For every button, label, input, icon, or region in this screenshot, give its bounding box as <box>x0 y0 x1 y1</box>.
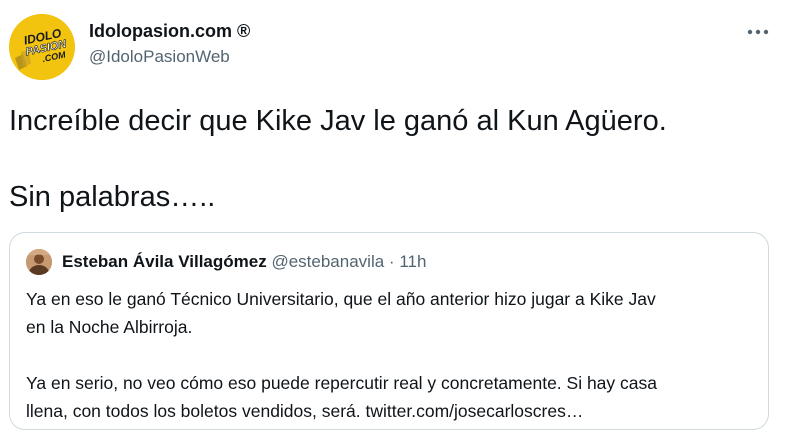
quote-text-line-3: Ya en serio, no veo cómo eso puede reper… <box>26 373 657 393</box>
tweet-card: IDOLO PASION .COM Idolopasion.com ® @Ido… <box>0 0 800 438</box>
quoted-tweet[interactable]: Esteban Ávila Villagómez @estebanavila ·… <box>9 232 769 430</box>
more-horizontal-icon <box>747 29 769 35</box>
tweet-text: Increíble decir que Kike Jav le ganó al … <box>9 102 779 216</box>
user-avatar-icon <box>26 249 52 275</box>
quote-separator: · <box>388 252 395 271</box>
quote-text-line-2: en la Noche Albirroja. <box>26 317 193 337</box>
author-handle[interactable]: @IdoloPasionWeb <box>89 46 250 68</box>
tweet-text-line-1: Increíble decir que Kike Jav le ganó al … <box>9 105 667 137</box>
quote-header: Esteban Ávila Villagómez @estebanavila ·… <box>62 251 426 273</box>
author-block: Idolopasion.com ® @IdoloPasionWeb <box>89 20 250 68</box>
tweet-text-line-2: Sin palabras….. <box>9 181 216 213</box>
quote-text: Ya en eso le ganó Técnico Universitario,… <box>26 285 758 425</box>
more-options-button[interactable] <box>740 20 776 44</box>
quote-text-line-1: Ya en eso le ganó Técnico Universitario,… <box>26 289 656 309</box>
quote-author-avatar[interactable] <box>26 249 52 275</box>
quote-author-handle[interactable]: @estebanavila <box>271 252 384 271</box>
author-avatar[interactable]: IDOLO PASION .COM <box>9 14 75 80</box>
author-display-name[interactable]: Idolopasion.com ® <box>89 20 250 42</box>
quote-author-name[interactable]: Esteban Ávila Villagómez <box>62 252 267 271</box>
idolopasion-logo-icon: IDOLO PASION .COM <box>9 14 75 80</box>
quote-text-gap <box>26 341 758 369</box>
tweet-text-spacer <box>9 140 779 178</box>
quote-text-line-4: llena, con todos los boletos vendidos, s… <box>26 401 584 421</box>
quote-timestamp[interactable]: 11h <box>399 252 426 271</box>
